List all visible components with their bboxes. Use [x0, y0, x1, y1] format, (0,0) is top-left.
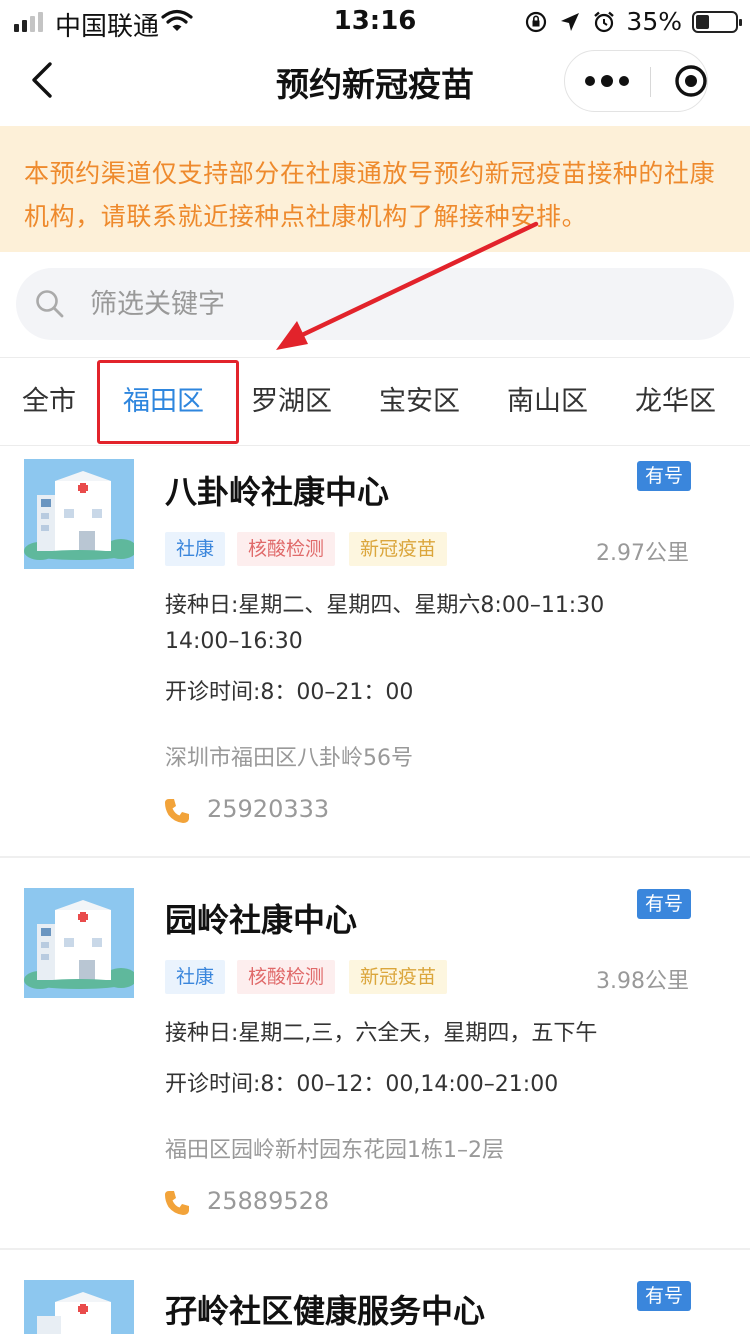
close-target-icon[interactable]: [674, 64, 708, 98]
phone-number[interactable]: 25920333: [207, 795, 329, 823]
search-box[interactable]: [16, 268, 734, 340]
notice-text: 本预约渠道仅支持部分在社康通放号预约新冠疫苗接种的社康机构，请联系就近接种点社康…: [24, 159, 716, 231]
tab-futian[interactable]: 福田区: [123, 358, 204, 446]
clinic-card[interactable]: 八卦岭社康中心 有号 社康 核酸检测 新冠疫苗 2.97公里 接种日:星期二、星…: [0, 446, 750, 858]
tag-nucleic-test: 核酸检测: [237, 532, 336, 566]
tab-citywide[interactable]: 全市: [22, 358, 76, 446]
nav-bar: 预约新冠疫苗: [0, 42, 750, 122]
alarm-clock-icon: [594, 11, 615, 32]
clinic-thumbnail-icon: [24, 1280, 134, 1334]
tag-community-health: 社康: [165, 960, 226, 994]
vaccination-schedule: 接种日:星期二、星期四、星期六8:00–11:30 14:00–16:30: [165, 593, 605, 654]
tab-baoan[interactable]: 宝安区: [379, 358, 460, 446]
opening-hours: 开诊时间:8：00–12：00,14:00–21:00: [165, 1072, 559, 1097]
clinic-name: 八卦岭社康中心: [165, 473, 390, 511]
phone-icon: [165, 1191, 189, 1215]
phone-number[interactable]: 25889528: [207, 1187, 329, 1215]
phone-icon: [165, 799, 189, 823]
clinic-card[interactable]: 园岭社康中心 有号 社康 核酸检测 新冠疫苗 3.98公里 接种日:星期二,三，…: [0, 860, 750, 1250]
tab-nanshan[interactable]: 南山区: [507, 358, 588, 446]
clinic-name: 园岭社康中心: [165, 901, 358, 939]
orientation-lock-icon: [526, 11, 547, 32]
battery-icon: [692, 10, 742, 33]
clinic-thumbnail-icon: [24, 888, 134, 998]
clinic-distance: 2.97公里: [596, 541, 689, 566]
mini-program-capsule: [564, 50, 708, 112]
search-input[interactable]: [90, 268, 690, 340]
clinic-name: 孖岭社区健康服务中心: [165, 1292, 486, 1330]
tag-nucleic-test: 核酸检测: [237, 960, 336, 994]
clinic-card[interactable]: 孖岭社区健康服务中心 有号: [0, 1252, 750, 1334]
availability-badge: 有号: [637, 461, 691, 491]
district-tabs: 全市 福田区 罗湖区 宝安区 南山区 龙华区: [0, 357, 750, 446]
battery-level-fill: [696, 14, 709, 29]
vaccination-schedule: 接种日:星期二,三，六全天，星期四，五下午: [165, 1021, 598, 1046]
clinic-address: 深圳市福田区八卦岭56号: [165, 746, 413, 771]
location-arrow-icon: [561, 12, 580, 31]
status-bar: 中国联通 13:16 35%: [0, 0, 750, 42]
clinic-address: 福田区园岭新村园东花园1栋1–2层: [165, 1138, 504, 1163]
search-icon: [36, 290, 64, 318]
opening-hours: 开诊时间:8：00–21：00: [165, 680, 414, 705]
status-indicators: 35%: [524, 7, 742, 36]
tab-longhua[interactable]: 龙华区: [635, 358, 716, 446]
tag-covid-vaccine: 新冠疫苗: [349, 532, 448, 566]
notice-banner: 本预约渠道仅支持部分在社康通放号预约新冠疫苗接种的社康机构，请联系就近接种点社康…: [0, 126, 750, 252]
clinic-thumbnail-icon: [24, 459, 134, 569]
tag-covid-vaccine: 新冠疫苗: [349, 960, 448, 994]
capsule-divider: [650, 67, 651, 97]
battery-percent: 35%: [626, 7, 682, 36]
tab-luohu[interactable]: 罗湖区: [251, 358, 332, 446]
availability-badge: 有号: [637, 1281, 691, 1311]
availability-badge: 有号: [637, 889, 691, 919]
tag-community-health: 社康: [165, 532, 226, 566]
clinic-distance: 3.98公里: [596, 969, 689, 994]
more-dots-icon[interactable]: [565, 51, 649, 111]
